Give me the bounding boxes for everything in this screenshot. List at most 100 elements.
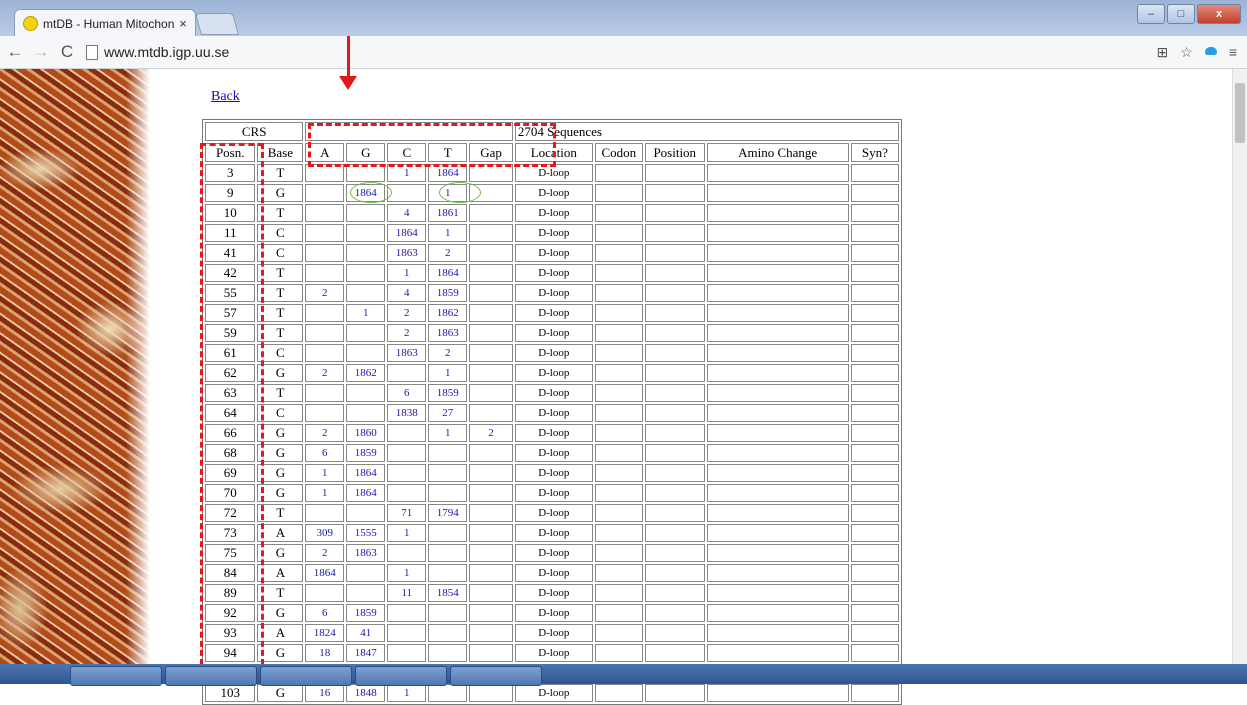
table-cell: 1860 (346, 424, 386, 442)
table-cell (850, 244, 899, 262)
taskbar-item[interactable] (165, 666, 257, 686)
table-cell: D-loop (514, 644, 593, 662)
taskbar-item[interactable] (260, 666, 352, 686)
table-cell (594, 644, 643, 662)
table-cell (428, 644, 468, 662)
table-cell (469, 444, 513, 462)
table-cell (644, 424, 705, 442)
table-cell (850, 684, 899, 702)
table-cell: 1863 (387, 344, 427, 362)
table-row: 73 A 309 1555 1 D-loop (205, 524, 899, 542)
table-cell (644, 304, 705, 322)
title-bar: mtDB - Human Mitochon × – □ x (0, 0, 1247, 37)
column-header: Amino Change (706, 143, 849, 162)
taskbar-item[interactable] (355, 666, 447, 686)
url-text[interactable]: www.mtdb.igp.uu.se (104, 44, 229, 60)
minimize-button[interactable]: – (1137, 4, 1165, 24)
back-link[interactable]: Back (211, 89, 240, 105)
maximize-button[interactable]: □ (1167, 4, 1195, 24)
table-cell (305, 184, 345, 202)
taskbar-item[interactable] (70, 666, 162, 686)
back-arrow-icon[interactable]: ← (4, 42, 26, 62)
table-cell: 16 (305, 684, 345, 702)
highlight-circle-t (439, 182, 481, 203)
table-cell (305, 404, 345, 422)
table-cell (644, 444, 705, 462)
column-header: Syn? (850, 143, 899, 162)
table-cell: G (257, 184, 304, 202)
table-cell: 2 (469, 424, 513, 442)
table-cell (706, 524, 849, 542)
table-cell (469, 484, 513, 502)
address-bar[interactable]: www.mtdb.igp.uu.se (86, 40, 1157, 64)
table-cell (594, 484, 643, 502)
table-cell (387, 444, 427, 462)
column-header: Codon (594, 143, 643, 162)
table-cell: 2 (428, 244, 468, 262)
tab-close-icon[interactable]: × (175, 16, 191, 31)
table-cell: 1 (305, 484, 345, 502)
close-window-button[interactable]: x (1197, 4, 1241, 24)
table-cell (706, 604, 849, 622)
table-cell (594, 544, 643, 562)
table-cell (594, 504, 643, 522)
table-cell: D-loop (514, 424, 593, 442)
table-cell: G (257, 464, 304, 482)
table-cell: D-loop (514, 564, 593, 582)
table-cell (594, 184, 643, 202)
taskbar-item[interactable] (450, 666, 542, 686)
table-cell (644, 244, 705, 262)
table-cell (428, 464, 468, 482)
bookmark-star-icon[interactable]: ☆ (1180, 44, 1193, 61)
table-cell (706, 504, 849, 522)
forward-arrow-icon[interactable]: → (30, 42, 52, 62)
table-cell (428, 684, 468, 702)
cloud-extension-icon[interactable] (1204, 46, 1217, 55)
table-cell (644, 284, 705, 302)
new-tab-button[interactable] (195, 13, 239, 35)
table-cell (428, 524, 468, 542)
scroll-thumb[interactable] (1235, 83, 1245, 143)
crs-header: CRS (205, 122, 304, 141)
table-cell (469, 584, 513, 602)
table-cell: G (257, 544, 304, 562)
table-cell (469, 324, 513, 342)
page-icon (86, 44, 98, 60)
table-cell: 1864 (305, 564, 345, 582)
table-cell (850, 424, 899, 442)
table-cell (706, 444, 849, 462)
table-cell (594, 584, 643, 602)
table-cell: 1 (305, 464, 345, 482)
table-cell: A (257, 524, 304, 542)
table-cell (850, 284, 899, 302)
reload-icon[interactable]: C (56, 42, 78, 62)
table-cell: 1864 (387, 224, 427, 242)
table-cell (469, 464, 513, 482)
table-cell (594, 684, 643, 702)
menu-icon[interactable]: ≡ (1229, 44, 1237, 61)
table-cell (469, 624, 513, 642)
table-cell: D-loop (514, 584, 593, 602)
tab-title: mtDB - Human Mitochon (43, 16, 175, 31)
column-header: Position (644, 143, 705, 162)
table-cell (644, 384, 705, 402)
browser-tab[interactable]: mtDB - Human Mitochon × (14, 9, 196, 37)
table-cell (706, 684, 849, 702)
translate-icon[interactable]: ⊞ (1157, 44, 1169, 61)
vertical-scrollbar[interactable] (1232, 69, 1247, 664)
table-cell (469, 364, 513, 382)
table-cell: 1848 (346, 684, 386, 702)
table-cell (644, 264, 705, 282)
table-cell: 309 (305, 524, 345, 542)
table-cell (594, 524, 643, 542)
table-cell (644, 204, 705, 222)
table-cell (469, 304, 513, 322)
table-cell (850, 164, 899, 182)
table-cell (644, 544, 705, 562)
table-cell (594, 284, 643, 302)
table-cell (850, 264, 899, 282)
table-cell: A (257, 624, 304, 642)
table-cell: G (257, 364, 304, 382)
table-row: 66 G 2 1860 1 2 D-loop (205, 424, 899, 442)
table-cell: 1847 (346, 644, 386, 662)
